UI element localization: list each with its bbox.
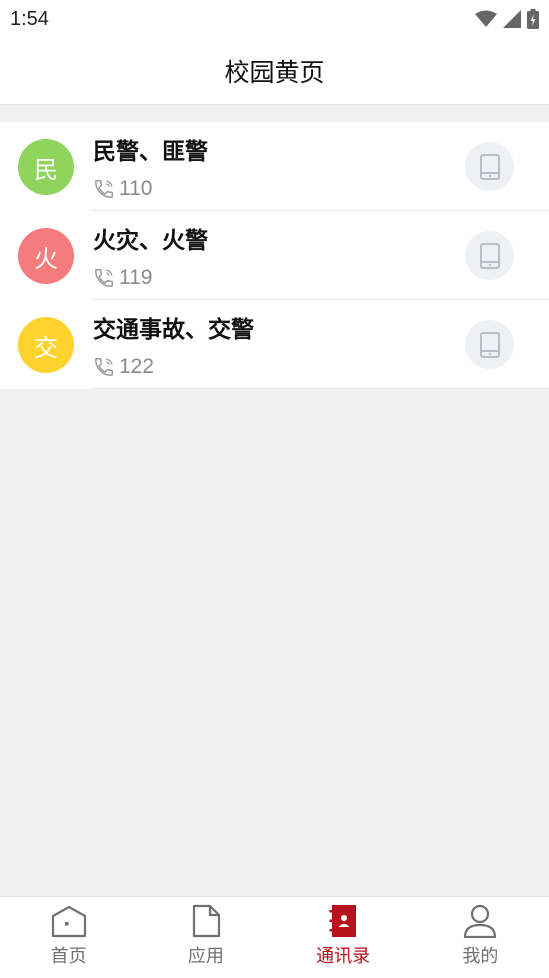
contact-row[interactable]: 民 民警、匪警 110: [0, 122, 549, 211]
phone-icon: [95, 358, 113, 376]
contact-name: 民警、匪警: [93, 139, 208, 165]
cellular-signal-icon: [503, 10, 521, 28]
document-icon: [192, 904, 220, 938]
contact-avatar: 交: [18, 317, 74, 373]
call-button[interactable]: [465, 142, 514, 191]
home-icon: [51, 905, 86, 938]
contact-phone: 122: [93, 355, 154, 379]
battery-icon: [527, 9, 539, 29]
tab-me[interactable]: 我的: [412, 897, 549, 978]
contact-avatar: 火: [18, 228, 74, 284]
app-header: 校园黄页: [0, 38, 549, 105]
row-divider: [91, 388, 549, 389]
call-button[interactable]: [465, 320, 514, 369]
contact-name: 火灾、火警: [93, 228, 208, 254]
call-button[interactable]: [465, 231, 514, 280]
mobile-phone-icon: [479, 242, 500, 269]
page-title: 校园黄页: [224, 58, 325, 87]
tab-contacts[interactable]: 通讯录: [275, 897, 412, 978]
contact-phone: 119: [93, 266, 152, 290]
contact-name: 交通事故、交警: [93, 317, 254, 343]
contact-number: 122: [119, 355, 155, 378]
contact-number: 119: [119, 266, 153, 289]
tab-label: 通讯录: [316, 946, 371, 967]
tab-apps[interactable]: 应用: [137, 897, 274, 978]
contact-row[interactable]: 交 交通事故、交警 122: [0, 300, 549, 389]
wifi-icon: [475, 10, 497, 27]
status-time: 1:54: [10, 7, 49, 30]
tab-home[interactable]: 首页: [0, 897, 137, 978]
status-bar: 1:54: [0, 0, 549, 38]
contacts-book-icon: [329, 905, 357, 937]
contact-row[interactable]: 火 火灾、火警 119: [0, 211, 549, 300]
bottom-tab-bar: 首页 应用 通讯录 我的: [0, 896, 549, 978]
tab-label: 应用: [187, 946, 224, 967]
contact-avatar: 民: [18, 139, 74, 195]
phone-icon: [95, 180, 113, 198]
mobile-phone-icon: [479, 331, 500, 358]
contact-phone: 110: [93, 177, 152, 201]
tab-label: 首页: [50, 946, 87, 967]
phone-icon: [95, 269, 113, 287]
contact-number: 110: [119, 177, 153, 200]
tab-label: 我的: [462, 946, 499, 967]
contact-list: 民 民警、匪警 110 火 火灾、火警 119 交 交通事故、交警 122: [0, 122, 549, 389]
mobile-phone-icon: [479, 153, 500, 180]
person-icon: [464, 904, 497, 938]
